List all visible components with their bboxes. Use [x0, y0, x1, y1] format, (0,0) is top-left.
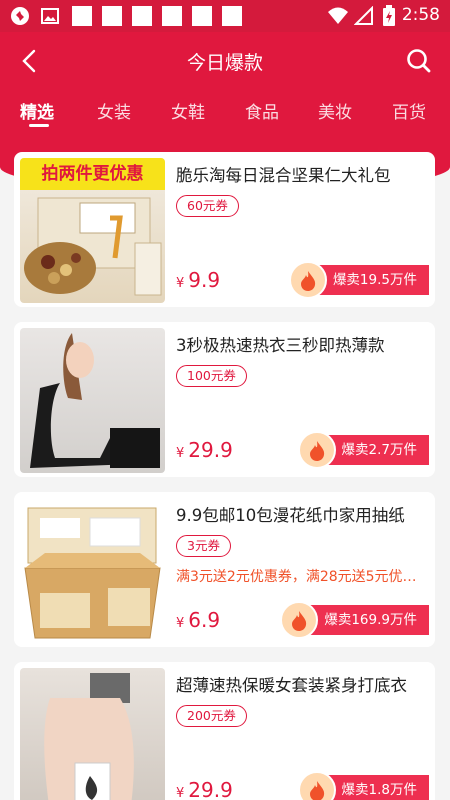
coupon-badge: 200元券 — [176, 705, 247, 727]
battery-icon — [383, 5, 395, 26]
tissue-box-illustration — [24, 507, 161, 639]
price: ¥6.9 — [176, 608, 220, 632]
product-card[interactable]: 3秒极热速热衣三秒即热薄款 100元券 ¥29.9 爆卖2.7万件 — [14, 322, 435, 477]
wifi-icon — [328, 7, 348, 24]
product-image — [20, 668, 165, 800]
coupon-badge: 60元券 — [176, 195, 239, 217]
price-value: 29.9 — [188, 778, 233, 800]
price: ¥29.9 — [176, 438, 233, 462]
currency-symbol: ¥ — [176, 786, 185, 800]
notification-icon — [72, 6, 92, 26]
currency-symbol: ¥ — [176, 276, 185, 291]
sales-count: 爆卖169.9万件 — [324, 612, 417, 628]
active-tab-indicator — [29, 124, 49, 127]
notification-icon — [102, 6, 122, 26]
sales-count: 爆卖2.7万件 — [341, 442, 417, 458]
price: ¥9.9 — [176, 268, 220, 292]
sales-count: 爆卖1.8万件 — [341, 782, 417, 798]
notification-icon — [162, 6, 182, 26]
clock: 2:58 — [401, 5, 440, 25]
coupon-badge: 3元券 — [176, 535, 231, 557]
notification-icon — [132, 6, 152, 26]
model-illustration — [30, 333, 160, 468]
product-title: 3秒极热速热衣三秒即热薄款 — [176, 336, 385, 355]
fire-icon — [280, 601, 319, 639]
sales-badge: 爆卖169.9万件 — [280, 601, 429, 639]
product-title: 超薄速热保暖女套装紧身打底衣 — [176, 676, 407, 695]
model-illustration — [44, 673, 134, 800]
category-tabs: 精选 女装 女鞋 食品 美妆 百货 — [0, 90, 450, 132]
tab-general-goods[interactable]: 百货 — [392, 98, 426, 123]
currency-symbol: ¥ — [176, 616, 185, 631]
price-value: 6.9 — [188, 608, 221, 632]
sales-count: 爆卖19.5万件 — [332, 272, 417, 288]
tab-food[interactable]: 食品 — [245, 98, 279, 123]
sales-badge: 爆卖19.5万件 — [288, 261, 429, 299]
tab-womens-shoes[interactable]: 女鞋 — [171, 98, 205, 123]
fire-icon — [288, 261, 327, 299]
image-icon — [41, 8, 59, 24]
price-value: 9.9 — [188, 268, 221, 292]
product-card[interactable]: 超薄速热保暖女套装紧身打底衣 200元券 ¥29.9 爆卖1.8万件 — [14, 662, 435, 800]
fire-icon — [297, 771, 336, 800]
product-image: 拍两件更优惠 — [20, 158, 165, 303]
product-image — [20, 498, 165, 643]
signal-icon — [354, 6, 373, 25]
product-title: 脆乐淘每日混合坚果仁大礼包 — [176, 166, 391, 185]
currency-symbol: ¥ — [176, 446, 185, 461]
fire-icon — [297, 431, 336, 469]
tab-womens-clothing[interactable]: 女装 — [97, 98, 131, 123]
product-title: 9.9包邮10包漫花纸巾家用抽纸 — [176, 506, 405, 525]
product-card[interactable]: 9.9包邮10包漫花纸巾家用抽纸 3元券 满3元送2元优惠券，满28元送5元优惠… — [14, 492, 435, 647]
product-card[interactable]: 拍两件更优惠 脆乐淘每日混合坚果仁大礼包 60元券 ¥9.9 爆卖19.5万件 — [14, 152, 435, 307]
sales-badge: 爆卖1.8万件 — [297, 771, 429, 800]
search-icon[interactable] — [406, 48, 432, 74]
page-title: 今日爆款 — [186, 52, 263, 74]
notification-icon — [222, 6, 242, 26]
app-bar: 今日爆款 — [0, 32, 450, 90]
coupon-badge: 100元券 — [176, 365, 247, 387]
tab-beauty[interactable]: 美妆 — [318, 98, 352, 123]
product-image — [20, 328, 165, 473]
notification-icon — [192, 6, 212, 26]
promo-banner: 拍两件更优惠 — [20, 158, 165, 190]
status-bar: 2:58 — [0, 0, 450, 32]
promo-text: 满3元送2元优惠券，满28元送5元优惠券 — [176, 569, 428, 585]
tab-featured[interactable]: 精选 — [20, 98, 54, 123]
app-logo-icon — [11, 7, 29, 25]
price: ¥29.9 — [176, 778, 233, 800]
sales-badge: 爆卖2.7万件 — [297, 431, 429, 469]
price-value: 29.9 — [188, 438, 233, 462]
